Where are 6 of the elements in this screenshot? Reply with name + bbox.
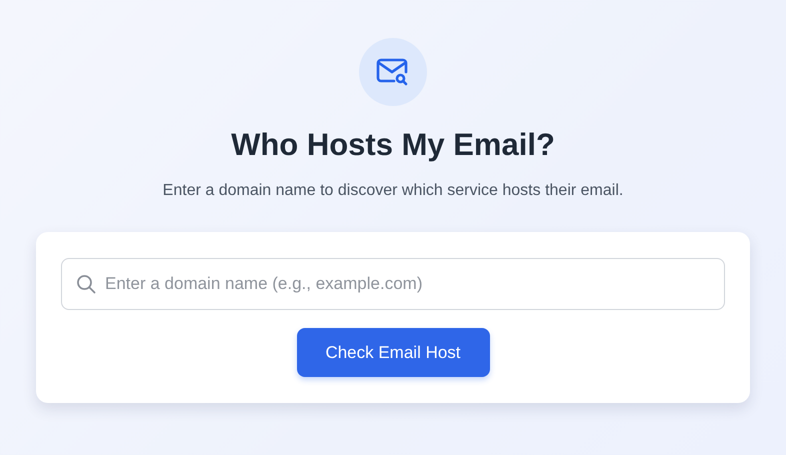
check-button[interactable]: Check Email Host (296, 328, 490, 377)
search-icon (76, 274, 96, 294)
envelope-search-icon (376, 58, 410, 86)
page-title: Who Hosts My Email? (231, 126, 555, 164)
search-field[interactable]: Enter a domain name (e.g., example.com) (61, 258, 725, 310)
page-subtitle: Enter a domain name to discover which service hosts their email. (162, 181, 624, 201)
